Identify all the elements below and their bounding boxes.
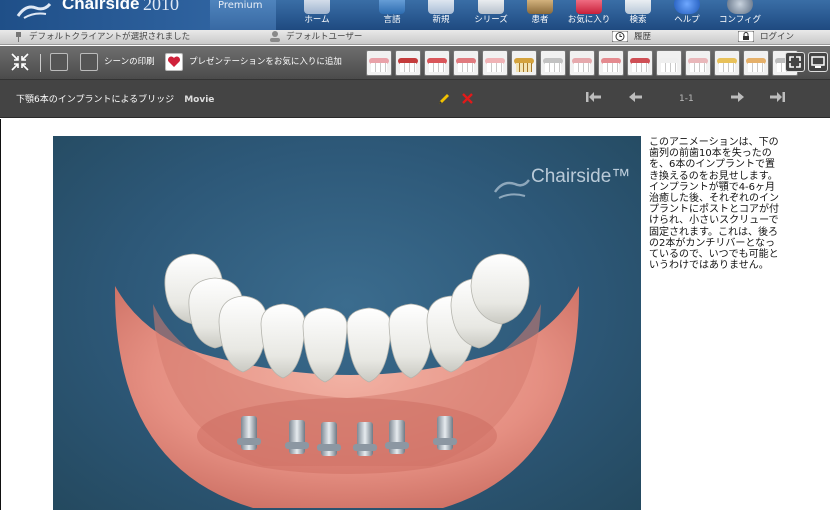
scene-description: このアニメーションは、下の歯列の前歯10本を失ったのを、6本のインプラントで置き…	[649, 137, 779, 272]
scene-thumb[interactable]	[714, 50, 740, 76]
scene-watermark: Chairside™	[531, 166, 631, 187]
nav-home-label: ホーム	[304, 15, 330, 25]
scene-thumb[interactable]	[395, 50, 421, 76]
user-icon	[270, 31, 280, 42]
app-logo: Chairside 2010	[0, 0, 214, 30]
edition-badge: Premium	[210, 0, 276, 30]
heart-icon	[165, 52, 183, 71]
fullscreen-icon	[789, 56, 801, 68]
scene-thumb[interactable]	[743, 50, 769, 76]
scene-thumb[interactable]	[540, 50, 566, 76]
collapse-button[interactable]	[10, 52, 30, 72]
new-icon	[428, 0, 454, 14]
page-setup-button[interactable]	[50, 52, 74, 72]
presentation-mode-button[interactable]	[808, 52, 828, 72]
login-button[interactable]: ログイン	[738, 31, 794, 44]
clock-icon	[612, 31, 628, 42]
user-status[interactable]: デフォルトユーザー	[270, 31, 362, 44]
nav-series-label: シリーズ	[474, 15, 508, 25]
first-page-button[interactable]	[585, 90, 603, 108]
page-indicator: 1-1	[679, 94, 694, 104]
nav-language[interactable]: 言語	[368, 0, 416, 30]
add-favorite-button[interactable]: プレゼンテーションをお気に入りに追加	[165, 52, 342, 72]
history-button[interactable]: 履歴	[612, 31, 651, 44]
nav-config[interactable]: コンフィグ	[716, 0, 764, 30]
user-status-bar: デフォルトクライアントが選択されました デフォルトユーザー 履歴 ログイン	[0, 30, 830, 45]
lock-icon	[738, 31, 754, 42]
scene-thumb[interactable]	[366, 50, 392, 76]
scene-thumb[interactable]	[685, 50, 711, 76]
scene-thumb[interactable]	[598, 50, 624, 76]
pin-icon	[16, 31, 21, 42]
add-favorite-label: プレゼンテーションをお気に入りに追加	[189, 57, 342, 67]
client-status[interactable]: デフォルトクライアントが選択されました	[14, 31, 190, 44]
nav-patient[interactable]: 患者	[516, 0, 564, 30]
nav-help-label: ヘルプ	[674, 15, 700, 25]
fullscreen-button[interactable]	[785, 52, 805, 72]
presentation-icon	[811, 56, 825, 68]
app-year: 2010	[143, 0, 179, 14]
scene-thumb[interactable]	[424, 50, 450, 76]
nav-config-label: コンフィグ	[718, 15, 762, 25]
nav-favorites[interactable]: お気に入り	[565, 0, 613, 30]
next-page-button[interactable]	[730, 90, 746, 108]
favorites-icon	[576, 0, 602, 14]
nav-home[interactable]: ホーム	[293, 0, 341, 30]
print-scene-label: シーンの印刷	[104, 57, 155, 67]
presentation-title-bar: 下顎6本のインプラントによるブリッジ Movie 1-1	[0, 80, 830, 118]
main-toolbar: Chairside 2010 Premium ホーム 言語 新規 シリーズ 患者…	[0, 0, 830, 30]
nav-favorites-label: お気に入り	[567, 15, 611, 25]
previous-arrow-icon	[629, 92, 642, 102]
presentation-title-text: 下顎6本のインプラントによるブリッジ	[16, 95, 175, 105]
user-status-label: デフォルトユーザー	[286, 32, 363, 42]
series-icon	[478, 0, 504, 14]
login-label: ログイン	[760, 32, 795, 42]
history-label: 履歴	[634, 32, 652, 42]
search-icon	[625, 0, 651, 14]
nav-help[interactable]: ヘルプ	[663, 0, 711, 30]
client-status-label: デフォルトクライアントが選択されました	[29, 32, 191, 42]
tooth-home-icon	[304, 0, 330, 14]
toolbar-divider	[40, 54, 41, 72]
nav-new-label: 新規	[432, 15, 450, 25]
app-brand: Chairside	[62, 0, 140, 13]
language-icon	[379, 0, 405, 14]
nav-patient-label: 患者	[531, 15, 549, 25]
animation-viewport[interactable]: Chairside™	[53, 136, 641, 510]
scene-thumb[interactable]	[656, 50, 682, 76]
config-icon	[727, 0, 753, 14]
scene-thumb[interactable]	[453, 50, 479, 76]
presentation-title: 下顎6本のインプラントによるブリッジ Movie	[16, 92, 214, 105]
scene-toolbar: シーンの印刷 プレゼンテーションをお気に入りに追加	[0, 46, 830, 80]
previous-page-button[interactable]	[627, 90, 643, 108]
page-icon	[50, 52, 68, 71]
nav-series[interactable]: シリーズ	[467, 0, 515, 30]
collapse-icon	[11, 53, 29, 71]
nav-new[interactable]: 新規	[417, 0, 465, 30]
last-page-icon	[770, 92, 785, 102]
patient-icon	[527, 0, 553, 14]
chairside-logo-icon	[16, 2, 52, 19]
help-icon	[674, 0, 700, 14]
delete-icon[interactable]	[462, 93, 473, 104]
scene-thumb[interactable]	[511, 50, 537, 76]
scene-thumb[interactable]	[482, 50, 508, 76]
media-type-label: Movie	[184, 95, 215, 105]
content-area: Chairside™ このアニメーションは、下の歯列の前歯10本を失ったのを、6…	[0, 119, 830, 510]
last-page-button[interactable]	[768, 90, 786, 108]
scene-thumb[interactable]	[569, 50, 595, 76]
print-scene-button[interactable]: シーンの印刷	[80, 52, 155, 72]
pencil-icon[interactable]	[437, 92, 451, 106]
implant-bridge-illustration	[114, 179, 580, 508]
nav-language-label: 言語	[383, 15, 401, 25]
scene-thumb[interactable]	[627, 50, 653, 76]
next-arrow-icon	[731, 92, 744, 102]
nav-search[interactable]: 検索	[614, 0, 662, 30]
print-icon	[80, 52, 98, 71]
scene-thumbnails	[366, 50, 798, 76]
first-page-icon	[586, 92, 601, 102]
nav-search-label: 検索	[629, 15, 647, 25]
